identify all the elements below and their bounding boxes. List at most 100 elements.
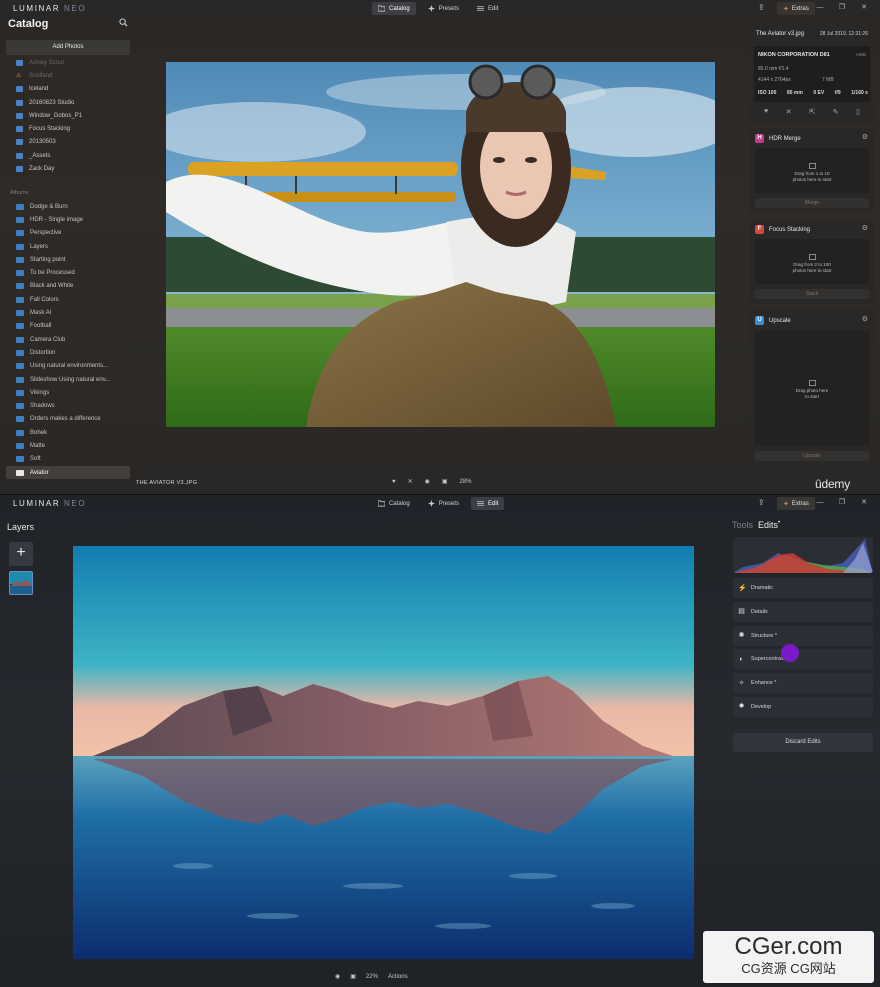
- album-item[interactable]: Slideshow Using natural env...: [6, 373, 130, 386]
- main-photo-landscape[interactable]: [73, 546, 694, 959]
- edit-tool-item[interactable]: ◐ Supercontrast: [733, 649, 873, 670]
- maximize-icon[interactable]: ❐: [836, 498, 848, 508]
- folder-item[interactable]: ⚠ Scotland: [6, 69, 130, 82]
- zoom-level[interactable]: 22%: [366, 974, 378, 980]
- tab-presets[interactable]: Presets: [422, 497, 465, 510]
- folder-item[interactable]: Zack Day: [6, 162, 130, 175]
- lightning-icon: ⚡: [738, 584, 747, 592]
- heart-icon[interactable]: ♥: [392, 479, 396, 485]
- album-item[interactable]: Football: [6, 320, 130, 333]
- album-item[interactable]: Camera Club: [6, 333, 130, 346]
- folder-label: Focus Stacking: [29, 126, 71, 133]
- album-icon: [16, 203, 24, 210]
- album-item[interactable]: Using natural environments...: [6, 360, 130, 373]
- mouse-cursor-highlight: [781, 644, 799, 662]
- album-item[interactable]: HDR - Single image: [6, 213, 130, 226]
- album-item[interactable]: Black and White: [6, 280, 130, 293]
- folder-item[interactable]: _Assets: [6, 149, 130, 162]
- album-item[interactable]: Soft: [6, 453, 130, 466]
- image-info-card: The Aviator v3.jpg 28 Jul 2019, 12:31:26…: [750, 24, 874, 122]
- open-icon[interactable]: ⇱: [809, 108, 815, 116]
- title-bar: LUMINAR NEO Catalog Presets Edit ⇪ ✦ Extr…: [0, 495, 880, 513]
- album-icon: [16, 456, 24, 463]
- share-icon[interactable]: ⇪: [758, 3, 768, 13]
- edit-icon[interactable]: ✎: [833, 108, 839, 116]
- album-item[interactable]: Orders makes a difference: [6, 413, 130, 426]
- folder-item[interactable]: Window_Gobos_P1: [6, 109, 130, 122]
- trash-icon[interactable]: ▯: [856, 108, 860, 116]
- folder-item[interactable]: Iceland: [6, 83, 130, 96]
- album-item[interactable]: To be Processed: [6, 266, 130, 279]
- drop-zone[interactable]: Drag from 2 to 100 photos here to start: [755, 239, 869, 284]
- tool-action-button[interactable]: Upscale: [755, 451, 869, 461]
- heart-icon[interactable]: ♥: [764, 108, 768, 116]
- zoom-level[interactable]: 28%: [460, 479, 472, 485]
- tab-tools[interactable]: Tools: [732, 520, 753, 530]
- edit-tool-label: Supercontrast: [751, 656, 786, 663]
- folder-item[interactable]: Focus Stacking: [6, 122, 130, 135]
- histogram: [733, 537, 873, 573]
- eye-icon[interactable]: ◉: [335, 973, 340, 980]
- folder-item[interactable]: Ashley Scout: [6, 56, 130, 69]
- gear-icon[interactable]: ⚙: [862, 315, 868, 323]
- gear-icon[interactable]: ⚙: [862, 133, 868, 141]
- maximize-icon[interactable]: ❐: [836, 3, 848, 13]
- share-icon[interactable]: ⇪: [758, 498, 768, 508]
- folder-item[interactable]: 20130503: [6, 136, 130, 149]
- info-date: 28 Jul 2019, 12:31:26: [819, 31, 868, 37]
- edit-tool-item[interactable]: ✹ Develop: [733, 696, 873, 717]
- extras-button[interactable]: ✦ Extras: [777, 497, 815, 510]
- edit-tool-item[interactable]: ▤ Details: [733, 601, 873, 622]
- album-item[interactable]: Shadows: [6, 399, 130, 412]
- album-item[interactable]: Distortion: [6, 346, 130, 359]
- edit-tool-item[interactable]: ⚡ Dramatic: [733, 578, 873, 598]
- close-icon[interactable]: ✕: [858, 3, 870, 13]
- reject-icon[interactable]: ✕: [408, 478, 413, 485]
- edit-tool-item[interactable]: ✺ Structure *: [733, 625, 873, 646]
- album-item[interactable]: Fall Colors: [6, 293, 130, 306]
- search-icon[interactable]: [119, 18, 128, 27]
- close-icon[interactable]: ✕: [858, 498, 870, 508]
- layer-thumbnail[interactable]: [9, 571, 33, 595]
- minimize-icon[interactable]: —: [814, 498, 826, 508]
- album-item[interactable]: Perspective: [6, 227, 130, 240]
- tab-edit[interactable]: Edit: [471, 2, 504, 15]
- eye-icon[interactable]: ◉: [425, 478, 430, 485]
- gear-icon[interactable]: ⚙: [862, 224, 868, 232]
- folder-icon: [378, 5, 385, 12]
- album-item[interactable]: Vikings: [6, 386, 130, 399]
- tab-catalog[interactable]: Catalog: [372, 2, 416, 15]
- album-icon: [16, 323, 24, 330]
- main-photo-aviator[interactable]: [166, 62, 715, 427]
- album-item[interactable]: Layers: [6, 240, 130, 253]
- tab-edit[interactable]: Edit: [471, 497, 505, 510]
- album-icon: [16, 469, 24, 476]
- folder-item[interactable]: 20160823 Studio: [6, 96, 130, 109]
- minimize-icon[interactable]: —: [814, 3, 826, 13]
- folder-icon: [16, 166, 23, 173]
- folder-label: Window_Gobos_P1: [29, 112, 83, 119]
- image-drop-icon: [808, 380, 816, 386]
- tab-presets[interactable]: Presets: [422, 2, 465, 15]
- album-item[interactable]: Matte: [6, 439, 130, 452]
- album-item[interactable]: Bohek: [6, 426, 130, 439]
- compare-icon[interactable]: ▣: [350, 973, 356, 980]
- discard-edits-button[interactable]: Discard Edits: [733, 733, 873, 752]
- actions-menu[interactable]: Actions: [388, 974, 408, 980]
- album-item[interactable]: Mask AI: [6, 306, 130, 319]
- tool-action-button[interactable]: Merge: [755, 198, 869, 208]
- drop-zone[interactable]: Drag photo here to start: [755, 330, 869, 446]
- compare-icon[interactable]: ▣: [442, 478, 448, 485]
- edit-tool-item[interactable]: ✧ Enhance *: [733, 673, 873, 694]
- add-photos-button[interactable]: Add Photos: [6, 40, 130, 55]
- album-item[interactable]: Dodge & Burn: [6, 200, 130, 213]
- tool-action-button[interactable]: Stack: [755, 289, 869, 299]
- add-layer-button[interactable]: +: [9, 542, 33, 566]
- tab-catalog[interactable]: Catalog: [372, 497, 416, 510]
- reject-icon[interactable]: ✕: [786, 108, 792, 116]
- drop-zone[interactable]: Drag from 1 to 10 photos here to start: [755, 148, 869, 193]
- album-item[interactable]: Starting point: [6, 253, 130, 266]
- extras-button[interactable]: ✦ Extras: [777, 2, 815, 15]
- presets-icon: [427, 500, 435, 507]
- tab-edits[interactable]: Edits•: [758, 520, 780, 530]
